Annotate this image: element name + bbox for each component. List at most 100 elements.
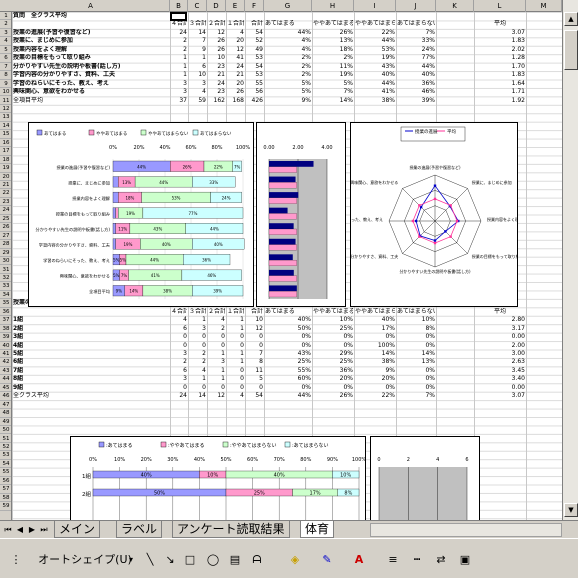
value-cell[interactable]: 18% (313, 46, 353, 54)
wordart-tool-icon[interactable]: ᗩ (248, 551, 266, 569)
value-cell[interactable]: 14% (355, 350, 395, 358)
value-cell[interactable]: 2% (313, 54, 353, 62)
column-label[interactable]: １合計 (227, 308, 244, 316)
value-cell[interactable]: 0 (227, 333, 244, 341)
row-header[interactable]: 19 (0, 164, 11, 173)
value-cell[interactable]: 14 (189, 392, 206, 400)
row-label[interactable]: 4組 (13, 342, 169, 350)
row-header[interactable]: 50 (0, 426, 11, 435)
value-cell[interactable]: 1.83 (475, 37, 525, 45)
value-cell[interactable]: 3 (171, 88, 187, 96)
row-header[interactable]: 30 (0, 257, 11, 266)
value-cell[interactable]: 2.63 (475, 358, 525, 366)
value-cell[interactable]: 13% (313, 37, 353, 45)
row-label[interactable]: 6組 (13, 358, 169, 366)
value-cell[interactable]: 1 (171, 54, 187, 62)
value-cell[interactable]: 1 (208, 367, 225, 375)
value-cell[interactable]: 168 (227, 97, 244, 105)
value-cell[interactable]: 7% (313, 88, 353, 96)
value-cell[interactable]: 40% (355, 316, 395, 324)
prev-sheet-icon[interactable]: ◀ (14, 524, 26, 536)
value-cell[interactable]: 1.28 (475, 54, 525, 62)
value-cell[interactable]: 10% (397, 316, 435, 324)
row-header[interactable]: 56 (0, 477, 11, 486)
row-header[interactable]: 51 (0, 435, 11, 443)
value-cell[interactable]: 20 (227, 37, 244, 45)
row-label[interactable]: 9組 (13, 384, 169, 392)
column-label[interactable]: ややあてはまる (313, 20, 353, 28)
row-header[interactable]: 21 (0, 181, 11, 190)
row-header[interactable]: 44 (0, 375, 11, 384)
value-cell[interactable]: 1.70 (475, 63, 525, 71)
value-cell[interactable]: 0.00 (475, 384, 525, 392)
value-cell[interactable]: 0% (397, 342, 435, 350)
value-cell[interactable]: 7% (397, 392, 435, 400)
row-label[interactable]: 学習のねらいにそった、教え、考え (13, 80, 169, 88)
row-header[interactable]: 38 (0, 325, 11, 334)
value-cell[interactable]: 26% (313, 392, 353, 400)
column-label[interactable]: あてはまる (265, 20, 311, 28)
value-cell[interactable]: 2 (189, 350, 206, 358)
column-label[interactable]: １合計 (227, 20, 244, 28)
scroll-thumb[interactable] (564, 30, 578, 70)
row-header[interactable]: 8 (0, 71, 11, 80)
stacked-bar-chart[interactable]: あてはまる ややあてはまる ややあてはまらない あてはまらない 0% 20% 40% 60% 8… (28, 122, 254, 307)
value-cell[interactable]: 10 (189, 71, 206, 79)
row-label[interactable]: 授業に、まじめに参加 (13, 37, 169, 45)
row-header[interactable]: 23 (0, 198, 11, 207)
value-cell[interactable]: 44% (355, 80, 395, 88)
value-cell[interactable]: 17% (355, 325, 395, 333)
row-header[interactable]: 43 (0, 367, 11, 376)
row-header[interactable]: 35 (0, 299, 11, 308)
average-bar-chart[interactable]: 0.00 2.00 4.00 (256, 122, 346, 307)
value-cell[interactable]: 1.83 (475, 71, 525, 79)
row-label[interactable]: 8組 (13, 375, 169, 383)
value-cell[interactable]: 3.07 (475, 392, 525, 400)
row-label[interactable]: 全項目平均 (13, 97, 169, 105)
row-label[interactable]: 分かりやすい先生の説明や板書(話し方) (13, 63, 169, 71)
value-cell[interactable]: 0 (189, 342, 206, 350)
value-cell[interactable]: 0% (397, 375, 435, 383)
row-header[interactable]: 28 (0, 240, 11, 249)
value-cell[interactable]: 54 (246, 63, 263, 71)
column-header-E[interactable]: E (226, 0, 245, 12)
value-cell[interactable]: 19% (355, 54, 395, 62)
value-cell[interactable]: 2 (189, 358, 206, 366)
next-sheet-icon[interactable]: ▶ (26, 524, 38, 536)
value-cell[interactable]: 23 (208, 88, 225, 96)
column-header-F[interactable]: F (245, 0, 264, 12)
row-header[interactable]: 11 (0, 97, 11, 105)
row-header[interactable]: 13 (0, 113, 11, 122)
value-cell[interactable]: 10 (208, 54, 225, 62)
value-cell[interactable]: 36% (313, 367, 353, 375)
value-cell[interactable]: 1 (227, 325, 244, 333)
value-cell[interactable]: 0 (208, 333, 225, 341)
value-cell[interactable]: 25% (313, 358, 353, 366)
value-cell[interactable]: 46% (397, 88, 435, 96)
row-header[interactable]: 54 (0, 460, 11, 469)
value-cell[interactable]: 0 (227, 384, 244, 392)
row-header[interactable]: 32 (0, 274, 11, 283)
column-label[interactable]: 合計 (246, 20, 263, 28)
value-cell[interactable]: 3.17 (475, 325, 525, 333)
line-tool-icon[interactable]: ╲ (142, 551, 158, 569)
column-header-K[interactable]: K (436, 0, 474, 12)
font-color-icon[interactable]: A (348, 551, 370, 569)
value-cell[interactable]: 2 (208, 325, 225, 333)
value-cell[interactable]: 1 (189, 54, 206, 62)
value-cell[interactable]: 4 (227, 392, 244, 400)
value-cell[interactable]: 0% (265, 342, 311, 350)
value-cell[interactable]: 43% (265, 350, 311, 358)
worksheet-grid[interactable]: 質問 全クラス平均 ４合計 ３合計 ２合計 １合計 合計 あてはまる ややあてはまる ややあては… (12, 12, 562, 520)
row-header[interactable]: 57 (0, 485, 11, 494)
value-cell[interactable]: 0% (397, 367, 435, 375)
row-header[interactable]: 20 (0, 173, 11, 181)
first-sheet-icon[interactable]: ⏮ (2, 524, 14, 536)
value-cell[interactable]: 0 (208, 384, 225, 392)
column-header-B[interactable]: B (170, 0, 188, 12)
value-cell[interactable]: 52 (246, 37, 263, 45)
value-cell[interactable]: 3 (189, 80, 206, 88)
value-cell[interactable]: 3 (171, 80, 187, 88)
column-header-J[interactable]: J (396, 0, 436, 12)
value-cell[interactable]: 1 (227, 316, 244, 324)
